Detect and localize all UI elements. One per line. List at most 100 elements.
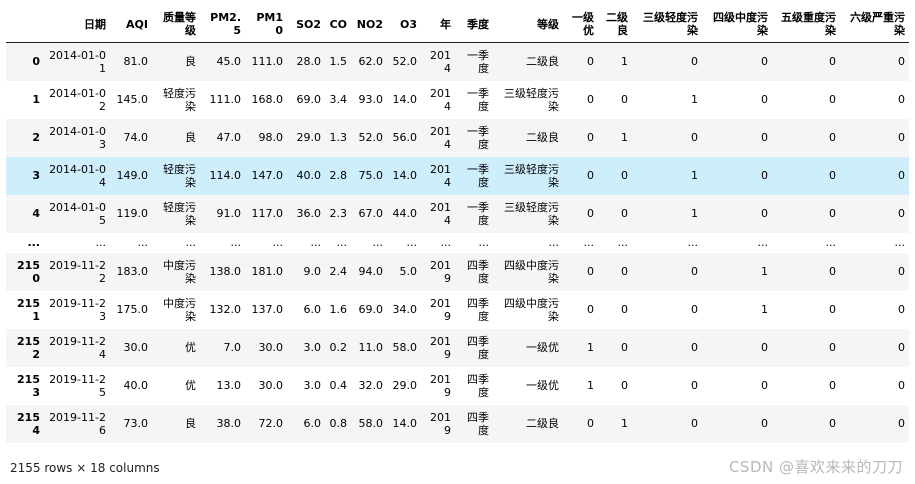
table-cell: 28.0	[296, 55, 322, 69]
table-row: 2152 2019-11-24 30.0 优 7.0 30.0 3.0 0.2 11.0 58.0…	[6, 328, 909, 367]
table-cell: 轻度污染	[163, 162, 196, 189]
table-cell: 0	[691, 131, 698, 144]
table-cell: 一季度	[467, 162, 489, 189]
table-cell: 0	[898, 379, 905, 392]
table-cell: 良	[185, 131, 196, 144]
table-cell: 四季度	[467, 334, 489, 361]
table-cell: 0	[829, 131, 836, 144]
table-cell: 三级轻度污染	[504, 86, 559, 113]
table-cell: 98.0	[258, 131, 284, 144]
table-cell: 0	[829, 417, 836, 430]
table-cell: 1	[761, 303, 768, 316]
table-cell: ...	[137, 236, 149, 249]
table-cell: 58.0	[392, 341, 418, 354]
table-cell: 0	[587, 131, 594, 144]
table-cell: 0	[587, 93, 594, 106]
table-cell: 2014	[430, 200, 451, 227]
table-cell: 2019-11-25	[49, 372, 106, 399]
table-cell: 0	[761, 93, 768, 106]
table-cell: 0	[691, 379, 698, 392]
table-cell: 1	[621, 131, 628, 144]
table-cell: 40.0	[123, 379, 149, 392]
dataframe-table: 日期 AQI 质量等级 PM2.5 PM10 SO2 CO NO2 O3 年季度 等级 一级优 二级良三…	[6, 6, 909, 443]
table-cell: 0	[761, 207, 768, 220]
table-cell: 2014-01-05	[49, 200, 106, 227]
column-header: 质量等级	[152, 6, 200, 43]
table-cell: 2019	[430, 296, 451, 323]
table-cell: 四季度	[467, 258, 489, 285]
table-cell: 119.0	[116, 207, 149, 220]
row-index: 0	[32, 55, 40, 69]
table-cell: 0	[761, 55, 768, 69]
table-cell: 四季度	[467, 372, 489, 399]
table-cell: 0	[621, 169, 628, 182]
table-cell: 0	[829, 341, 836, 354]
table-cell: ...	[310, 236, 322, 249]
table-cell: 1	[691, 93, 698, 106]
table-cell: 一级优	[526, 341, 559, 354]
table-cell: 13.0	[216, 379, 242, 392]
table-cell: 中度污染	[163, 258, 196, 285]
table-cell: 0	[898, 55, 905, 69]
table-row: 4 2014-01-05 119.0 轻度污染 91.0 117.0 36.0 2.3 67.0…	[6, 194, 909, 233]
column-header: 四级中度污染	[702, 6, 772, 43]
column-header: 年	[421, 6, 455, 43]
table-cell: 0	[621, 379, 628, 392]
table-cell: 0	[621, 341, 628, 354]
table-cell: 0.8	[329, 417, 348, 430]
table-cell: 0	[898, 341, 905, 354]
row-index: 2151	[17, 296, 40, 323]
table-cell: 69.0	[296, 93, 322, 106]
table-row: 0 2014-01-01 81.0 良 45.0 111.0 28.0 1.5 62.0 52.0…	[6, 42, 909, 81]
table-cell: 38.0	[216, 417, 242, 430]
table-cell: 2019-11-22	[49, 258, 106, 285]
table-cell: 2019-11-23	[49, 296, 106, 323]
table-cell: 132.0	[209, 303, 242, 316]
table-cell: ...	[583, 236, 595, 249]
table-cell: 2014	[430, 86, 451, 113]
table-cell: 2019-11-26	[49, 410, 106, 437]
table-cell: 1	[621, 55, 628, 69]
table-cell: 94.0	[358, 265, 384, 278]
column-header: PM2.5	[200, 6, 245, 43]
table-cell: 1	[691, 207, 698, 220]
column-header: NO2	[351, 6, 387, 43]
table-cell: 0	[829, 265, 836, 278]
table-cell: 11.0	[358, 341, 384, 354]
table-cell: 14.0	[392, 169, 418, 182]
table-cell: 0	[587, 303, 594, 316]
table-cell: 9.0	[303, 265, 322, 278]
table-row: 1 2014-01-02 145.0 轻度污染 111.0 168.0 69.0 3.4 93.…	[6, 80, 909, 119]
table-cell: ...	[185, 236, 197, 249]
table-cell: 7.0	[223, 341, 242, 354]
table-cell: 0	[898, 169, 905, 182]
table-cell: 29.0	[392, 379, 418, 392]
column-header: 三级轻度污染	[632, 6, 702, 43]
table-cell: 0	[691, 303, 698, 316]
table-cell: 29.0	[296, 131, 322, 144]
table-cell: 0	[761, 341, 768, 354]
column-header: 五级重度污染	[772, 6, 840, 43]
table-cell: 0	[829, 169, 836, 182]
column-header: 六级严重污染	[840, 6, 909, 43]
table-cell: 1	[691, 169, 698, 182]
row-index: 2154	[17, 410, 40, 437]
table-cell: 2014-01-02	[49, 86, 106, 113]
table-cell: 四季度	[467, 410, 489, 437]
table-cell: 优	[185, 341, 196, 354]
table-cell: 69.0	[358, 303, 384, 316]
table-cell: 四季度	[467, 296, 489, 323]
table-cell: 良	[185, 417, 196, 430]
table-cell: 2.8	[329, 169, 348, 182]
table-cell: 145.0	[116, 93, 149, 106]
table-row: 2 2014-01-03 74.0 良 47.0 98.0 29.0 1.3 52.0 56.0 2…	[6, 118, 909, 157]
table-cell: 52.0	[358, 131, 384, 144]
table-cell: 2019	[430, 410, 451, 437]
column-header: 一级优	[563, 6, 598, 43]
dataframe-output: 日期 AQI 质量等级 PM2.5 PM10 SO2 CO NO2 O3 年季度 等级 一级优 二级良三…	[6, 6, 909, 443]
table-cell: 14.0	[392, 93, 418, 106]
column-header: PM10	[245, 6, 287, 43]
table-cell: 75.0	[358, 169, 384, 182]
table-cell: 67.0	[358, 207, 384, 220]
table-cell: 81.0	[123, 55, 149, 69]
